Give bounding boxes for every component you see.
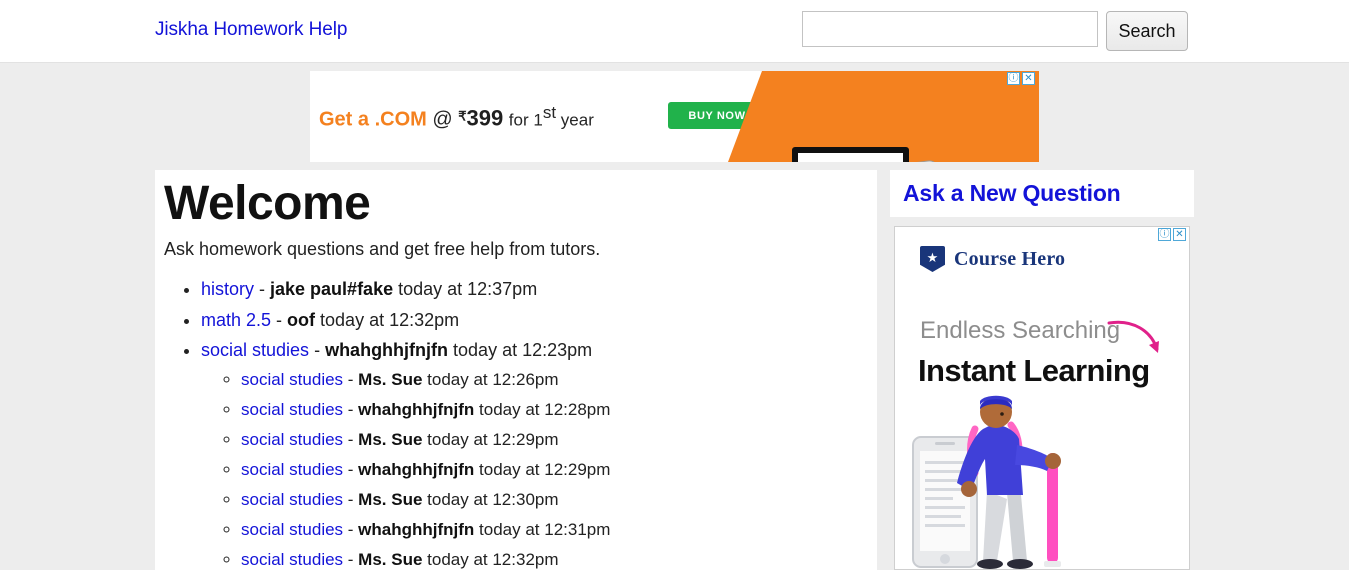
course-hero-brand-name: Course Hero: [954, 248, 1065, 271]
reply-subject-link[interactable]: social studies: [241, 490, 343, 509]
question-list-item: math 2.5 - oof today at 12:32pm: [201, 305, 877, 335]
star-glyph: ★: [927, 251, 939, 264]
question-time: today at 12:32pm: [315, 310, 459, 330]
question-subject-link[interactable]: history: [201, 279, 254, 299]
ask-new-question-link[interactable]: Ask a New Question: [903, 180, 1121, 207]
question-time: today at 12:29pm: [474, 460, 610, 479]
question-author: whahghhjfnjfn: [325, 340, 448, 360]
monitor-icon: .com powered by VERISIGN✓: [792, 147, 909, 162]
course-hero-logo: ★ Course Hero: [920, 246, 1065, 272]
reply-subject-link[interactable]: social studies: [241, 370, 343, 389]
question-time: today at 12:31pm: [474, 520, 610, 539]
question-time: today at 12:26pm: [422, 370, 558, 389]
question-subject-link[interactable]: math 2.5: [201, 310, 271, 330]
banner-price: 399: [467, 106, 504, 131]
question-subject-link[interactable]: social studies: [201, 340, 309, 360]
banner-adchoices-controls: ⓘ ✕: [1007, 72, 1035, 85]
reply-list: social studies - Ms. Sue today at 12:26p…: [201, 365, 877, 570]
adchoices-close-icon[interactable]: ✕: [1022, 72, 1035, 85]
banner-ordinal: st: [543, 103, 556, 122]
question-author: whahghhjfnjfn: [358, 400, 474, 419]
page-subtitle: Ask homework questions and get free help…: [155, 229, 877, 260]
question-author: Ms. Sue: [358, 370, 422, 389]
banner-headline-prefix: Get a .COM: [319, 109, 427, 131]
question-time: today at 12:29pm: [422, 430, 558, 449]
search-input[interactable]: [802, 11, 1098, 47]
question-list-item: social studies - whahghhjfnjfn today at …: [201, 335, 877, 570]
banner-at-symbol: @: [432, 109, 452, 131]
question-author: whahghhjfnjfn: [358, 460, 474, 479]
question-author: jake paul#fake: [270, 279, 393, 299]
reply-list-item: social studies - Ms. Sue today at 12:30p…: [241, 485, 877, 515]
reply-subject-link[interactable]: social studies: [241, 430, 343, 449]
banner-suffix-end: year: [556, 111, 594, 130]
question-author: Ms. Sue: [358, 550, 422, 569]
reply-list-item: social studies - whahghhjfnjfn today at …: [241, 395, 877, 425]
question-author: Ms. Sue: [358, 490, 422, 509]
question-time: today at 12:37pm: [393, 279, 537, 299]
banner-headline: Get a .COM @ ₹399 for 1st year: [319, 103, 594, 132]
sidebar: Ask a New Question ★ Course Hero Endless…: [890, 170, 1194, 570]
reply-subject-link[interactable]: social studies: [241, 550, 343, 569]
question-list-item: history - jake paul#fake today at 12:37p…: [201, 274, 877, 304]
banner-advertisement[interactable]: Get a .COM @ ₹399 for 1st year BUY NOW B…: [310, 71, 1039, 162]
sidebar-adchoices-close-icon[interactable]: ✕: [1173, 228, 1186, 241]
student-illustration: [895, 395, 1190, 570]
search-button[interactable]: Search: [1106, 11, 1188, 51]
page-title: Welcome: [155, 170, 877, 229]
main-content-panel: Welcome Ask homework questions and get f…: [155, 170, 877, 570]
shield-star-icon: ★: [920, 246, 945, 272]
sidebar-adchoices-info-icon[interactable]: ⓘ: [1158, 228, 1171, 241]
reply-list-item: social studies - whahghhjfnjfn today at …: [241, 515, 877, 545]
ask-new-question-box: Ask a New Question: [890, 170, 1194, 217]
reply-list-item: social studies - Ms. Sue today at 12:29p…: [241, 425, 877, 455]
question-time: today at 12:23pm: [448, 340, 592, 360]
brand-link[interactable]: Jiskha Homework Help: [155, 19, 347, 41]
question-time: today at 12:32pm: [422, 550, 558, 569]
question-author: whahghhjfnjfn: [358, 520, 474, 539]
site-header: Jiskha Homework Help Search: [0, 0, 1349, 63]
reply-subject-link[interactable]: social studies: [241, 400, 343, 419]
sidebar-ad-headline-top: Endless Searching: [920, 317, 1120, 345]
question-list: history - jake paul#fake today at 12:37p…: [155, 274, 877, 570]
sidebar-adchoices-controls: ⓘ ✕: [1158, 228, 1186, 241]
reply-list-item: social studies - Ms. Sue today at 12:32p…: [241, 545, 877, 570]
question-time: today at 12:28pm: [474, 400, 610, 419]
reply-subject-link[interactable]: social studies: [241, 460, 343, 479]
search-form: Search: [802, 11, 1188, 51]
sidebar-advertisement[interactable]: ★ Course Hero Endless Searching Instant …: [894, 226, 1190, 570]
question-author: Ms. Sue: [358, 430, 422, 449]
adchoices-info-icon[interactable]: ⓘ: [1007, 72, 1020, 85]
reply-list-item: social studies - whahghhjfnjfn today at …: [241, 455, 877, 485]
question-author: oof: [287, 310, 315, 330]
banner-suffix: for 1: [509, 111, 543, 130]
reply-subject-link[interactable]: social studies: [241, 520, 343, 539]
reply-list-item: social studies - Ms. Sue today at 12:26p…: [241, 365, 877, 395]
question-time: today at 12:30pm: [422, 490, 558, 509]
curved-arrow-icon: [1107, 315, 1167, 363]
banner-rupee-symbol: ₹: [458, 109, 466, 124]
